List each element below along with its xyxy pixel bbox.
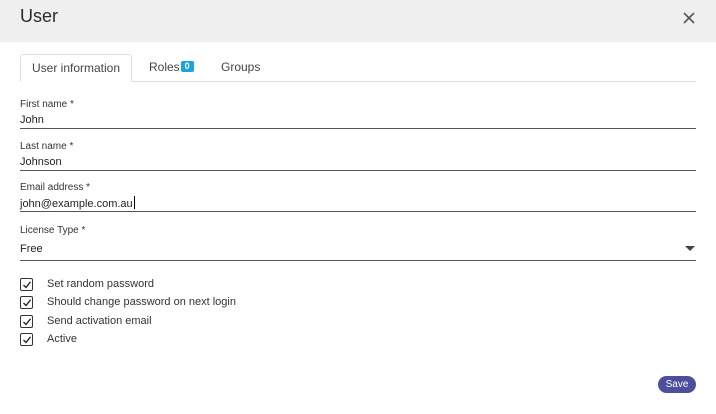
tab-bar: User information Roles 0 Groups	[20, 54, 696, 82]
license-type-value: Free	[20, 243, 43, 255]
checkbox-label: Should change password on next login	[47, 296, 236, 308]
save-button[interactable]: Save	[658, 376, 696, 393]
first-name-label: First name *	[20, 99, 74, 110]
check-icon	[23, 298, 32, 306]
change-password-next-login-checkbox[interactable]: Should change password on next login	[20, 294, 236, 310]
send-activation-email-checkbox[interactable]: Send activation email	[20, 313, 152, 329]
tab-label: Roles	[149, 60, 180, 74]
license-type-select[interactable]: License Type * Free	[20, 225, 696, 261]
checkbox-label: Send activation email	[47, 315, 152, 327]
check-icon	[23, 280, 32, 288]
tab-groups[interactable]: Groups	[221, 54, 267, 82]
first-name-input[interactable]: John	[20, 113, 696, 127]
last-name-field[interactable]: Last name * Johnson	[20, 141, 696, 171]
user-dialog: User User information Roles 0 Groups Firs…	[0, 0, 716, 414]
chevron-down-icon[interactable]	[685, 246, 695, 251]
close-button[interactable]	[682, 11, 696, 25]
checkbox-label: Active	[47, 333, 77, 345]
license-type-label: License Type *	[20, 225, 86, 236]
dialog-title: User	[20, 6, 59, 26]
email-value: john@example.com.au	[20, 198, 133, 210]
first-name-field[interactable]: First name * John	[20, 99, 696, 129]
last-name-input[interactable]: Johnson	[20, 155, 696, 169]
checkbox-box[interactable]	[20, 277, 33, 291]
email-field[interactable]: Email address * john@example.com.au	[20, 182, 696, 212]
checkbox-box[interactable]	[20, 332, 33, 346]
checkbox-box[interactable]	[20, 314, 33, 328]
email-input[interactable]: john@example.com.au	[20, 196, 696, 210]
tab-user-information[interactable]: User information	[20, 54, 132, 82]
checkbox-label: Set random password	[47, 278, 154, 290]
roles-count-badge: 0	[180, 61, 194, 73]
last-name-label: Last name *	[20, 141, 74, 152]
checkbox-box[interactable]	[20, 295, 33, 309]
tab-roles[interactable]: Roles 0	[149, 54, 199, 82]
email-label: Email address *	[20, 182, 91, 193]
tab-label: Groups	[221, 60, 261, 74]
dialog-header: User	[0, 0, 716, 42]
set-random-password-checkbox[interactable]: Set random password	[20, 276, 154, 292]
close-icon	[683, 12, 695, 24]
active-checkbox[interactable]: Active	[20, 331, 77, 347]
text-caret	[133, 196, 135, 209]
tab-label: User information	[31, 61, 121, 75]
check-icon	[23, 335, 32, 343]
check-icon	[23, 317, 32, 325]
